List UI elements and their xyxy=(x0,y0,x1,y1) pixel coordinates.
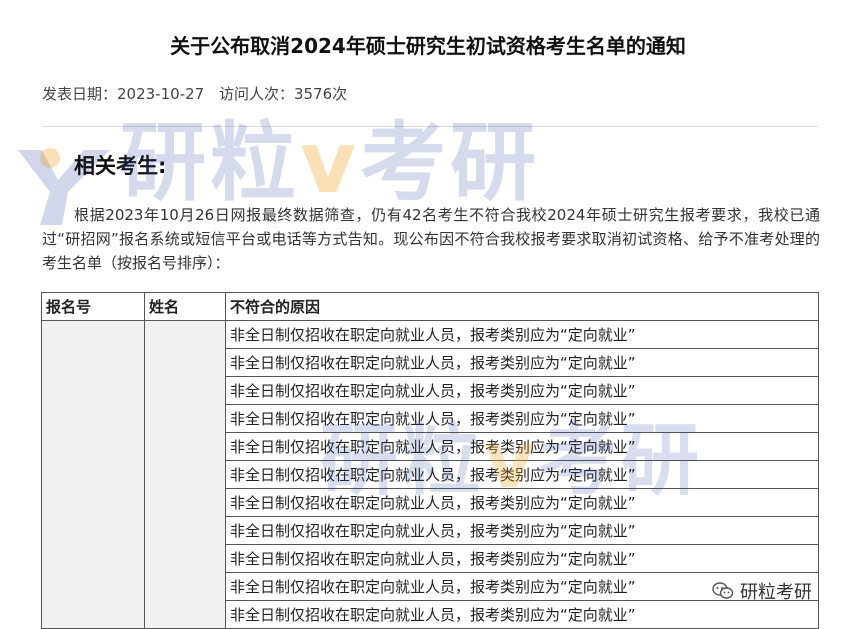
visit-count: 访问人次：3576次 xyxy=(218,85,348,103)
reg-number-cell xyxy=(41,320,145,629)
reason-cell: 非全日制仅招收在职定向就业人员，报考类别应为“定向就业” xyxy=(225,376,819,405)
section-heading: 相关考生: xyxy=(74,154,167,178)
divider xyxy=(42,126,818,127)
publish-date: 发表日期：2023-10-27 xyxy=(42,85,205,103)
wechat-account-label: 研粒考研 xyxy=(740,582,812,603)
header-name: 姓名 xyxy=(144,292,226,321)
reason-cell: 非全日制仅招收在职定向就业人员，报考类别应为“定向就业” xyxy=(225,600,819,629)
reason-cell: 非全日制仅招收在职定向就业人员，报考类别应为“定向就业” xyxy=(225,432,819,461)
reason-cell: 非全日制仅招收在职定向就业人员，报考类别应为“定向就业” xyxy=(225,348,819,377)
table-header-row: 报名号 姓名 不符合的原因 xyxy=(41,292,819,321)
header-reg-number: 报名号 xyxy=(41,292,145,321)
notice-paragraph: 根据2023年10月26日网报最终数据筛查，仍有42名考生不符合我校2024年硕… xyxy=(42,206,820,272)
reason-cell: 非全日制仅招收在职定向就业人员，报考类别应为“定向就业” xyxy=(225,544,819,573)
header-reason: 不符合的原因 xyxy=(225,292,819,321)
reason-cell: 非全日制仅招收在职定向就业人员，报考类别应为“定向就业” xyxy=(225,460,819,489)
notice-meta: 发表日期：2023-10-27 访问人次：3576次 xyxy=(42,83,357,104)
name-cell xyxy=(144,320,226,629)
wechat-watermark: 研粒考研 xyxy=(712,578,812,604)
notice-title: 关于公布取消2024年硕士研究生初试资格考生名单的通知 xyxy=(170,34,686,58)
reason-cell: 非全日制仅招收在职定向就业人员，报考类别应为“定向就业” xyxy=(225,404,819,433)
table-row: 非全日制仅招收在职定向就业人员，报考类别应为“定向就业” xyxy=(41,320,819,629)
candidate-table: 报名号 姓名 不符合的原因 非全日制仅招收在职定向就业人员，报考类别应为“定向就… xyxy=(41,292,819,629)
reason-cell: 非全日制仅招收在职定向就业人员，报考类别应为“定向就业” xyxy=(225,516,819,545)
reason-cell: 非全日制仅招收在职定向就业人员，报考类别应为“定向就业” xyxy=(225,488,819,517)
reason-cell: 非全日制仅招收在职定向就业人员，报考类别应为“定向就业” xyxy=(225,320,819,349)
watermark-text-top: 研粒v考研 xyxy=(120,113,541,213)
wechat-icon xyxy=(712,582,734,599)
